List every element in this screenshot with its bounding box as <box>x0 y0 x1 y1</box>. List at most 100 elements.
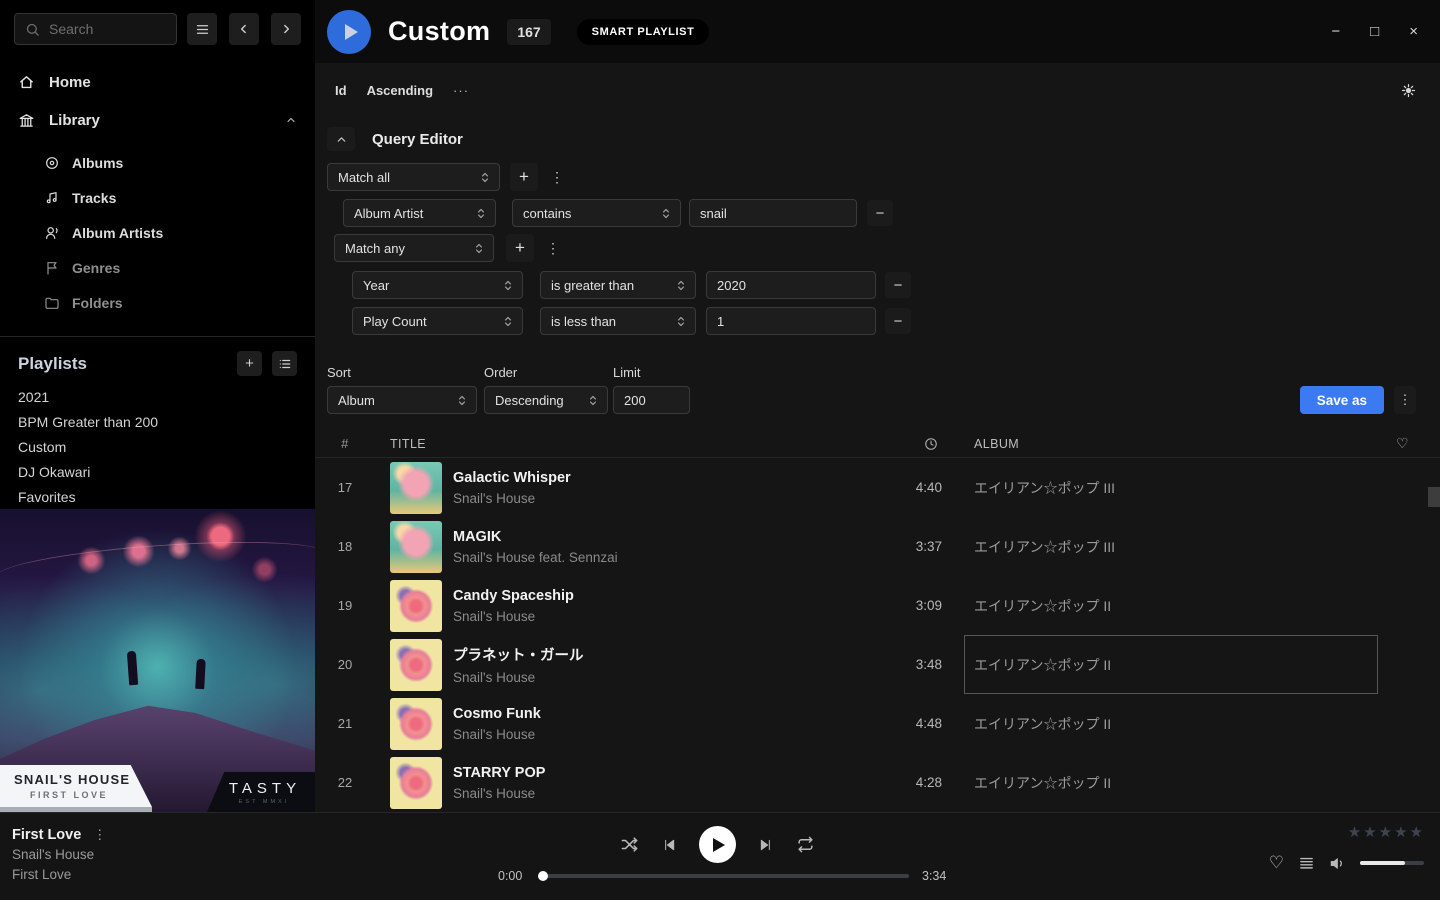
track-artist[interactable]: Snail's House <box>453 786 545 801</box>
table-row[interactable]: 21 Cosmo Funk Snail's House 4:48 エイリアン☆ポ… <box>315 694 1440 753</box>
rule-value-input[interactable]: snail <box>689 199 857 227</box>
rule-field-select[interactable]: Year <box>352 271 523 299</box>
now-playing-album-art[interactable]: SNAIL'S HOUSE FIRST LOVE TASTY EST MMXI <box>0 509 315 812</box>
column-header-favorite[interactable]: ♡ <box>1384 435 1440 452</box>
play-playlist-button[interactable] <box>327 10 371 54</box>
track-album[interactable]: エイリアン☆ポップ II <box>974 596 1111 616</box>
track-artist[interactable]: Snail's House <box>453 491 571 506</box>
volume-button[interactable] <box>1329 855 1346 872</box>
now-playing-title[interactable]: First Love <box>12 825 81 845</box>
column-header-album[interactable]: ALBUM <box>954 437 1384 451</box>
collapse-library-icon[interactable] <box>285 114 297 126</box>
track-album[interactable]: エイリアン☆ポップ II <box>974 714 1111 734</box>
sidebar-item-genres[interactable]: Genres <box>0 250 315 285</box>
close-button[interactable]: × <box>1409 23 1418 40</box>
sidebar-item-tracks[interactable]: Tracks <box>0 180 315 215</box>
table-row[interactable]: 18 MAGIK Snail's House feat. Sennzai 3:3… <box>315 517 1440 576</box>
table-row[interactable]: 22 STARRY POP Snail's House 4:28 エイリアン☆ポ… <box>315 753 1440 812</box>
rule-field-select[interactable]: Play Count <box>352 307 523 335</box>
track-art-thumbnail <box>390 757 442 809</box>
menu-button[interactable] <box>187 13 217 45</box>
add-playlist-button[interactable]: + <box>237 351 262 376</box>
rule-group-menu-button[interactable]: ⋮ <box>544 169 570 186</box>
settings-gear-button[interactable] <box>1401 83 1416 98</box>
playlist-item[interactable]: Favorites <box>0 484 315 509</box>
favorite-button[interactable]: ♡ <box>1269 853 1284 873</box>
maximize-button[interactable]: □ <box>1370 23 1379 40</box>
track-art-thumbnail <box>390 639 442 691</box>
playlist-item[interactable]: Custom <box>0 434 315 459</box>
play-icon <box>713 838 725 852</box>
root-match-select[interactable]: Match all <box>327 163 500 191</box>
limit-input[interactable]: 200 <box>613 386 690 414</box>
volume-slider[interactable] <box>1360 861 1424 865</box>
nav-back-button[interactable] <box>229 13 259 45</box>
nav-forward-button[interactable] <box>271 13 301 45</box>
minus-icon: − <box>894 277 903 294</box>
remove-rule-button[interactable]: − <box>885 308 911 334</box>
collapse-query-editor-button[interactable] <box>327 127 355 151</box>
rule-operator-select[interactable]: is less than <box>540 307 696 335</box>
column-header-duration[interactable] <box>864 437 954 451</box>
play-pause-button[interactable] <box>699 826 736 863</box>
scrollbar-thumb[interactable] <box>1428 487 1440 507</box>
sort-select[interactable]: Album <box>327 386 477 414</box>
previous-track-button[interactable] <box>661 837 677 853</box>
star-icon[interactable]: ★ <box>1394 823 1408 841</box>
remove-rule-button[interactable]: − <box>885 272 911 298</box>
remove-rule-button[interactable]: − <box>867 200 893 226</box>
rule-value-input[interactable]: 1 <box>706 307 876 335</box>
table-row[interactable]: 17 Galactic Whisper Snail's House 4:40 エ… <box>315 458 1440 517</box>
track-artist[interactable]: Snail's House feat. Sennzai <box>453 550 618 565</box>
seek-handle[interactable] <box>538 871 548 881</box>
search-input[interactable]: Search <box>14 13 177 45</box>
table-row[interactable]: 20 プラネット・ガール Snail's House 3:48 エイリアン☆ポッ… <box>315 635 1440 694</box>
playlist-list-button[interactable] <box>272 351 297 376</box>
sidebar-item-home[interactable]: Home <box>0 63 315 101</box>
table-row[interactable]: 19 Candy Spaceship Snail's House 3:09 エイ… <box>315 576 1440 635</box>
rule-value-input[interactable]: 2020 <box>706 271 876 299</box>
column-header-index[interactable]: # <box>315 436 375 451</box>
track-album[interactable]: エイリアン☆ポップ III <box>974 478 1115 498</box>
now-playing-artist[interactable]: Snail's House <box>12 845 106 865</box>
star-icon[interactable]: ★ <box>1379 823 1393 841</box>
track-artist[interactable]: Snail's House <box>453 609 574 624</box>
repeat-button[interactable] <box>796 835 815 854</box>
rule-group-menu-button[interactable]: ⋮ <box>540 240 566 257</box>
track-artist[interactable]: Snail's House <box>453 727 541 742</box>
sidebar-item-library[interactable]: Library <box>0 101 315 139</box>
star-icon[interactable]: ★ <box>1410 823 1424 841</box>
rule-field-select[interactable]: Album Artist <box>343 199 496 227</box>
more-options-button[interactable]: ··· <box>453 83 469 98</box>
group-match-select[interactable]: Match any <box>334 234 494 262</box>
track-album[interactable]: エイリアン☆ポップ II <box>974 773 1111 793</box>
seek-slider[interactable] <box>539 874 909 878</box>
sort-order-button[interactable]: Ascending <box>367 83 433 98</box>
sidebar-item-albums[interactable]: Albums <box>0 145 315 180</box>
add-rule-button[interactable]: + <box>510 163 538 191</box>
add-rule-button[interactable]: + <box>506 234 534 262</box>
playlist-item[interactable]: BPM Greater than 200 <box>0 409 315 434</box>
track-artist[interactable]: Snail's House <box>453 670 584 685</box>
star-icon[interactable]: ★ <box>1348 823 1362 841</box>
column-header-title[interactable]: TITLE <box>375 437 864 451</box>
rule-operator-select[interactable]: is greater than <box>540 271 696 299</box>
now-playing-menu-button[interactable]: ⋮ <box>93 825 106 845</box>
playlist-item[interactable]: DJ Okawari <box>0 459 315 484</box>
sidebar-item-folders[interactable]: Folders <box>0 285 315 320</box>
order-select[interactable]: Descending <box>484 386 608 414</box>
sort-field-button[interactable]: Id <box>335 83 347 98</box>
queue-button[interactable] <box>1298 855 1315 872</box>
save-as-button[interactable]: Save as <box>1300 386 1384 414</box>
track-album[interactable]: エイリアン☆ポップ II <box>974 655 1111 675</box>
sidebar-item-album-artists[interactable]: Album Artists <box>0 215 315 250</box>
playlist-item[interactable]: 2021 <box>0 384 315 409</box>
track-album[interactable]: エイリアン☆ポップ III <box>974 537 1115 557</box>
shuffle-button[interactable] <box>620 835 639 854</box>
star-icon[interactable]: ★ <box>1363 823 1377 841</box>
save-menu-button[interactable]: ⋮ <box>1394 386 1416 414</box>
now-playing-album[interactable]: First Love <box>12 865 106 885</box>
rule-operator-select[interactable]: contains <box>512 199 681 227</box>
minimize-button[interactable]: − <box>1331 23 1340 40</box>
next-track-button[interactable] <box>758 837 774 853</box>
